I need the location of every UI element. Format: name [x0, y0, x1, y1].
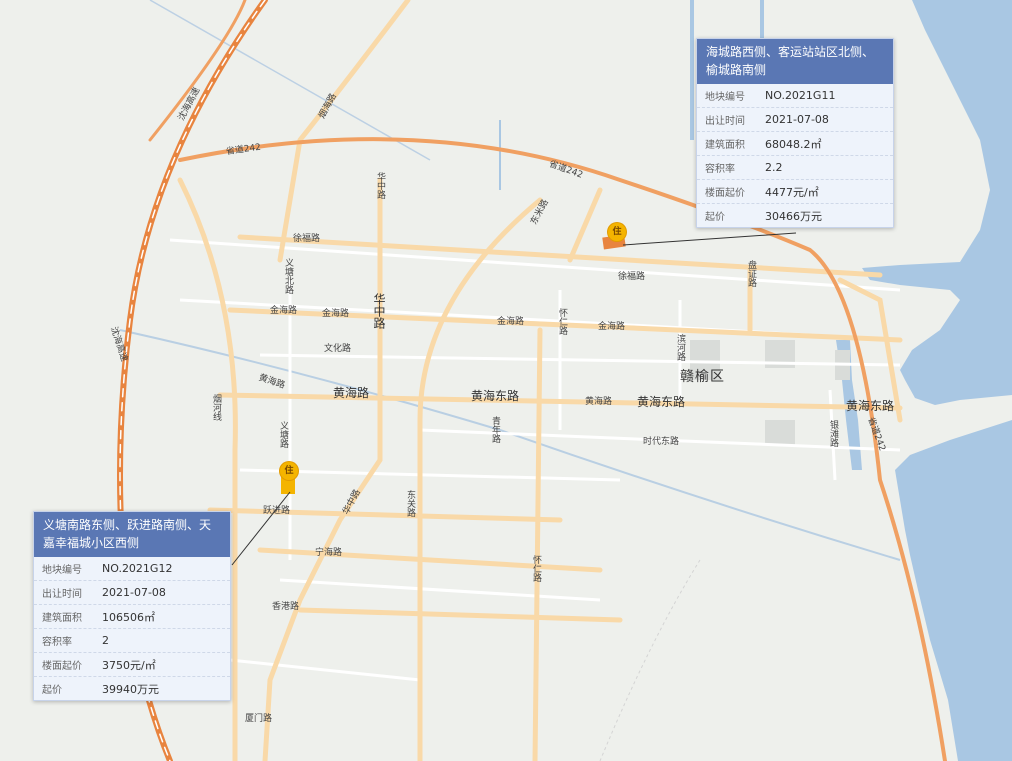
road-label-huazhong: 华中路: [372, 293, 386, 329]
card-row: 建筑面积 106506㎡: [34, 605, 230, 629]
card-key: 建筑面积: [705, 140, 745, 151]
road-label-yuejin: 跃进路: [263, 506, 291, 516]
residential-pin-icon[interactable]: 住: [608, 223, 626, 241]
road-label-huanghai-east: 黄海东路: [637, 395, 686, 409]
road-label-ningbo: 宁海路: [315, 548, 343, 558]
card-value: 30466万元: [765, 209, 822, 223]
road-label-yitang-north: 义塘北路: [283, 258, 293, 294]
card-key: 起价: [705, 212, 725, 223]
card-value: 2021-07-08: [765, 113, 829, 126]
card-key: 容积率: [42, 637, 72, 648]
road-label-binhe: 滨河路: [675, 334, 685, 361]
card-value: 2: [102, 634, 109, 647]
urban-block: [765, 420, 795, 445]
canal-1: [690, 0, 694, 140]
card-row: 地块编号 NO.2021G11: [697, 84, 893, 108]
road-label-huaiyuan: 怀仁路: [531, 555, 541, 582]
card-key: 出让时间: [705, 116, 745, 127]
card-value: 4477元/㎡: [765, 185, 819, 199]
card-key: 地块编号: [42, 565, 82, 576]
road-label-xianggang: 香港路: [272, 602, 300, 612]
card-row: 楼面起价 4477元/㎡: [697, 180, 893, 204]
road-label-huanghai: 黄海路: [333, 386, 370, 400]
district-label: 赣榆区: [680, 369, 725, 385]
card-row: 地块编号 NO.2021G12: [34, 557, 230, 581]
card-key: 容积率: [705, 164, 735, 175]
residential-pin-icon[interactable]: 住: [280, 462, 298, 480]
card-title: 义塘南路东侧、跃进路南侧、天嘉幸福城小区西侧: [34, 512, 230, 557]
card-value: 3750元/㎡: [102, 658, 156, 672]
road-label-huazhong: 华中路: [375, 172, 385, 199]
card-key: 楼面起价: [705, 188, 745, 199]
road-label-yanghe: 烟河线: [211, 394, 221, 421]
card-row: 容积率 2: [34, 629, 230, 653]
card-key: 地块编号: [705, 92, 745, 103]
road-label-yitang: 义塘路: [278, 421, 288, 448]
card-row: 起价 30466万元: [697, 204, 893, 227]
card-key: 起价: [42, 685, 62, 696]
road-label-yinhai: 银滩路: [828, 420, 838, 447]
card-value: NO.2021G11: [765, 89, 836, 102]
card-row: 建筑面积 68048.2㎡: [697, 132, 893, 156]
card-title: 海城路西侧、客运站站区北侧、榆城路南侧: [697, 39, 893, 84]
card-value: NO.2021G12: [102, 562, 173, 575]
card-value: 2021-07-08: [102, 586, 166, 599]
card-row: 起价 39940万元: [34, 677, 230, 700]
road-label-jinhai: 金海路: [497, 317, 525, 327]
card-value: 2.2: [765, 161, 783, 174]
card-row: 出让时间 2021-07-08: [34, 581, 230, 605]
parcel-info-card-g12[interactable]: 义塘南路东侧、跃进路南侧、天嘉幸福城小区西侧 地块编号 NO.2021G12 出…: [33, 511, 231, 701]
road-label-dongguan: 东关路: [405, 490, 415, 517]
road-label-shidai: 时代东路: [643, 437, 680, 447]
card-row: 出让时间 2021-07-08: [697, 108, 893, 132]
road-label-huanghai: 黄海路: [585, 397, 613, 407]
card-key: 出让时间: [42, 589, 82, 600]
card-value: 39940万元: [102, 682, 159, 696]
road-label-wenhua: 文化路: [324, 344, 352, 354]
road-label-jinhai: 金海路: [322, 309, 350, 319]
card-row: 容积率 2.2: [697, 156, 893, 180]
road-label-qingnian: 青年路: [490, 416, 500, 443]
parcel-info-card-g11[interactable]: 海城路西侧、客运站站区北侧、榆城路南侧 地块编号 NO.2021G11 出让时间…: [696, 38, 894, 228]
card-row: 楼面起价 3750元/㎡: [34, 653, 230, 677]
road-label-jinhai: 金海路: [598, 322, 626, 332]
road-label-huaiyuan: 怀仁路: [557, 308, 567, 335]
card-value: 106506㎡: [102, 610, 155, 624]
road-label-huanghai-east: 黄海东路: [471, 389, 520, 403]
card-key: 建筑面积: [42, 613, 82, 624]
road-label-jinhai: 金海路: [270, 306, 298, 316]
card-key: 楼面起价: [42, 661, 82, 672]
card-value: 68048.2㎡: [765, 137, 822, 151]
road-label-xiamen: 厦门路: [245, 714, 273, 724]
road-label-huanghai-east: 黄海东路: [846, 399, 895, 413]
road-label-panzheng: 盘证路: [746, 260, 756, 287]
road-label-xufu: 徐福路: [618, 272, 646, 282]
road-label-xufu: 徐福路: [293, 234, 321, 244]
